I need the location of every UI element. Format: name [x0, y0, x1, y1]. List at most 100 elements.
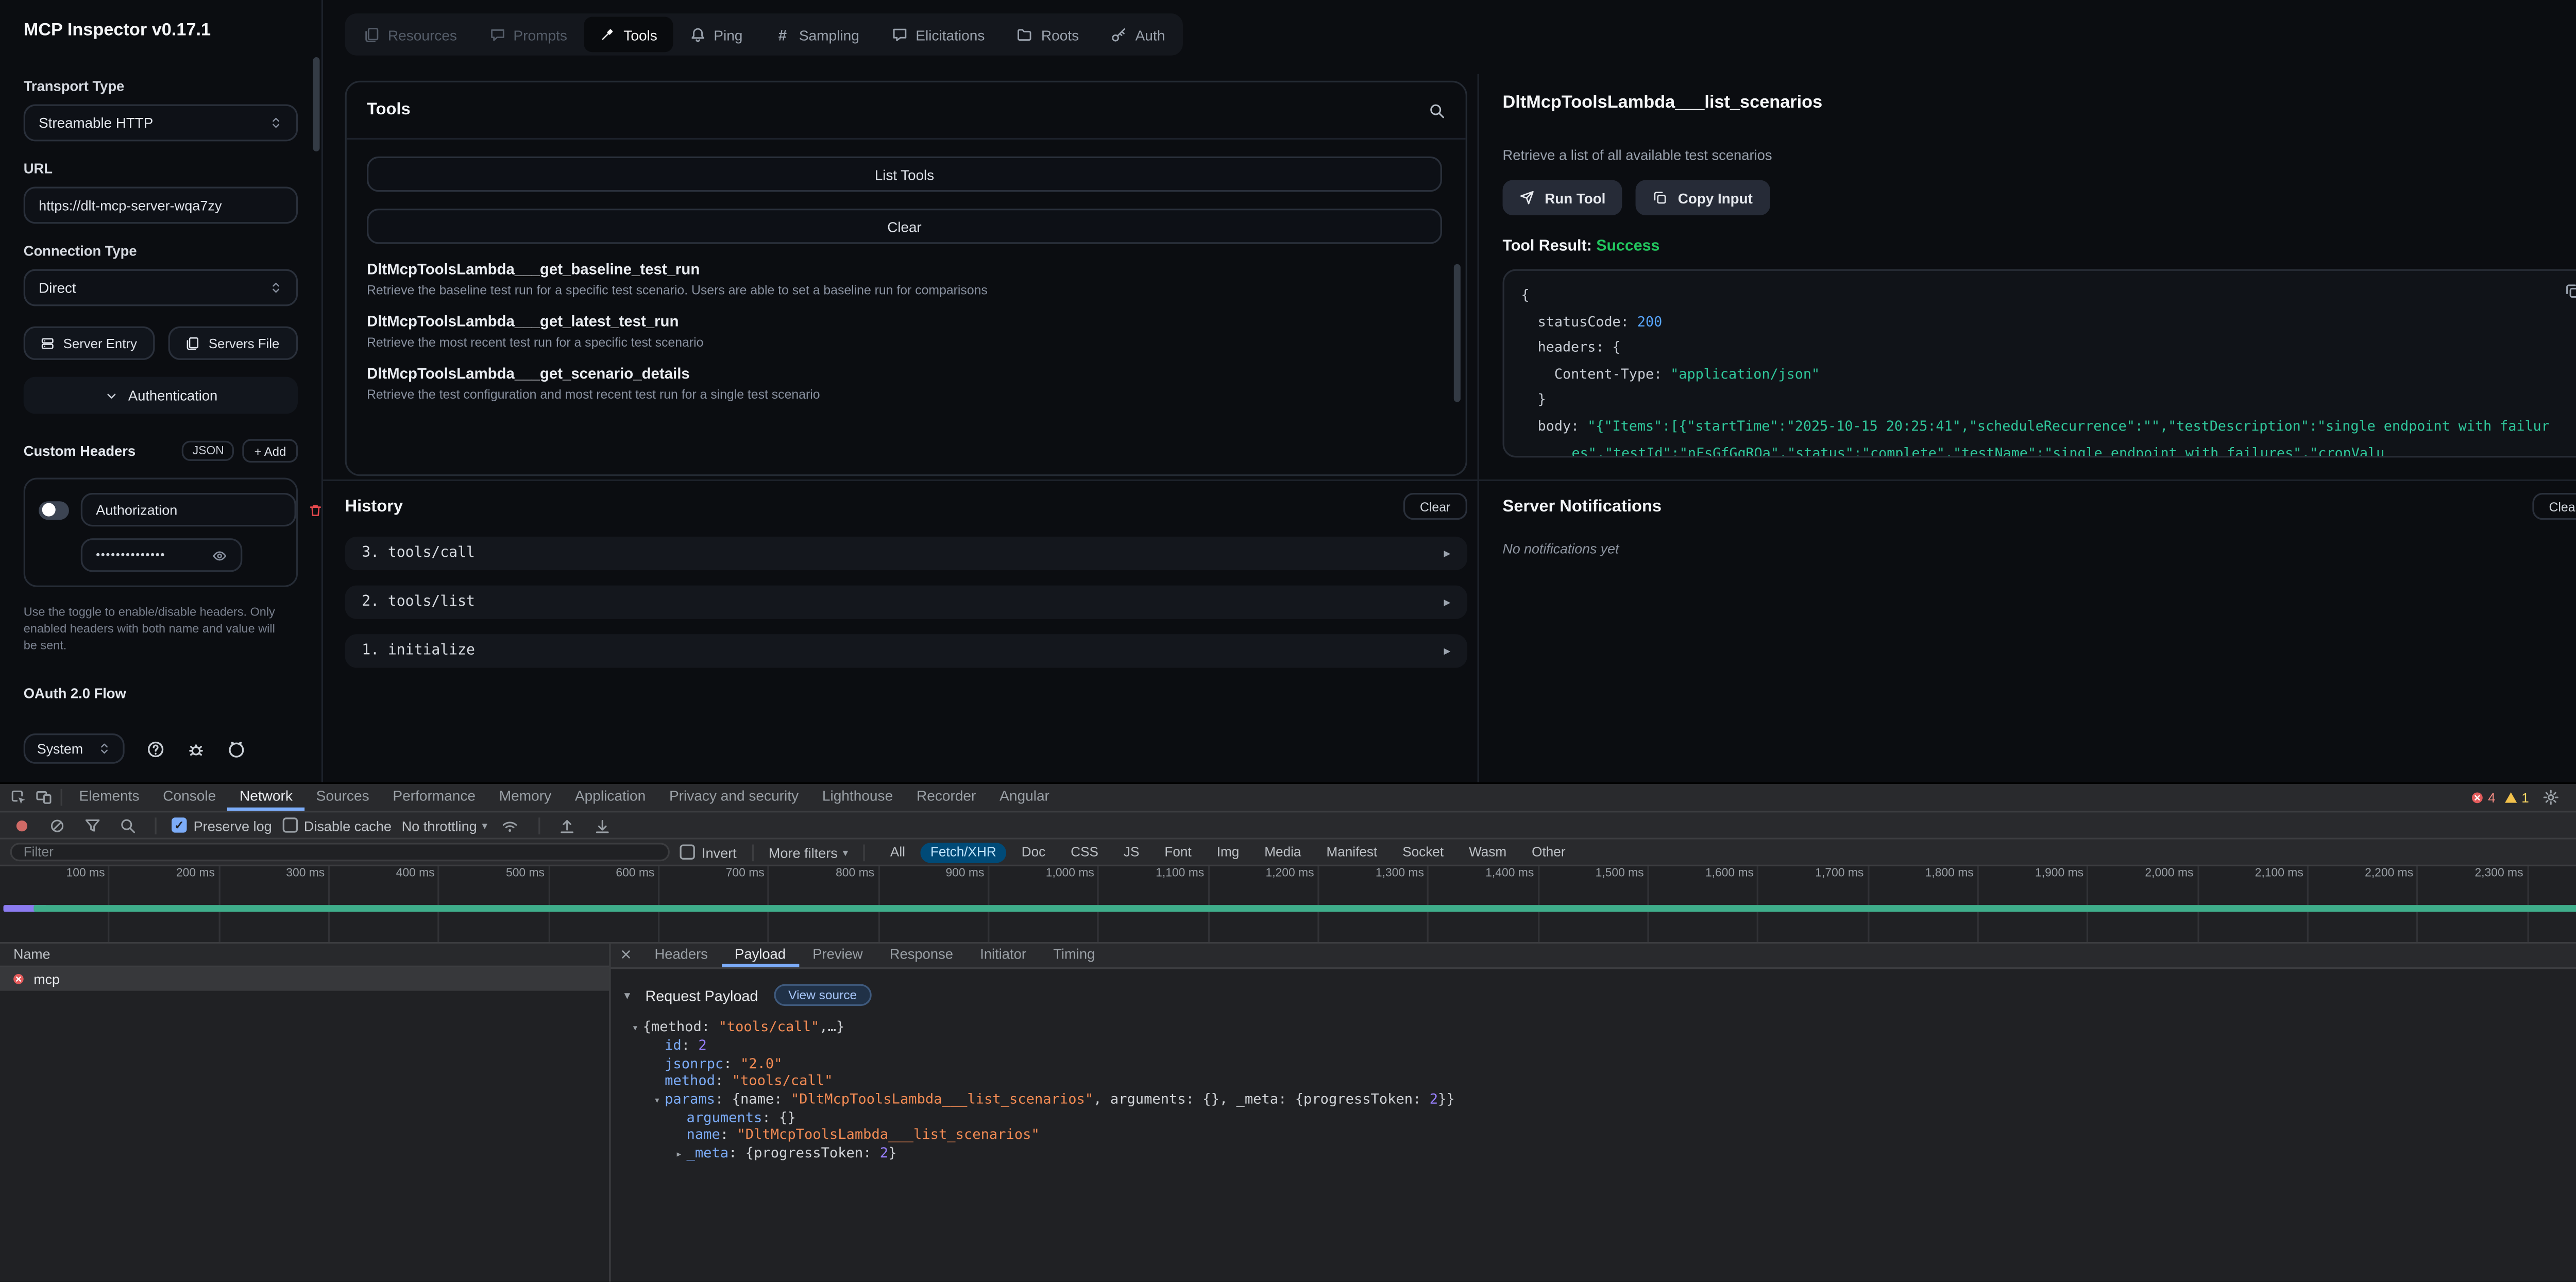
filter-chip-fetch-xhr[interactable]: Fetch/XHR: [920, 842, 1006, 862]
disable-cache-checkbox[interactable]: [282, 817, 297, 832]
search-network-icon[interactable]: [114, 815, 140, 835]
run-tool-button[interactable]: Run Tool: [1503, 180, 1623, 215]
close-detail-icon[interactable]: ×: [611, 945, 641, 965]
export-har-icon[interactable]: [590, 815, 615, 835]
payload-tree-row[interactable]: ▾params: {name: "DltMcpToolsLambda___lis…: [618, 1089, 2576, 1108]
payload-tree-row[interactable]: jsonrpc: "2.0": [618, 1054, 2576, 1072]
filter-chip-doc[interactable]: Doc: [1011, 842, 1056, 862]
add-header-button[interactable]: + Add: [243, 439, 298, 463]
tab-prompts[interactable]: Prompts: [474, 17, 583, 53]
filter-chip-other[interactable]: Other: [1522, 842, 1576, 862]
filter-chip-manifest[interactable]: Manifest: [1316, 842, 1387, 862]
invert-filter-toggle[interactable]: Invert: [680, 844, 736, 861]
github-icon[interactable]: [227, 739, 246, 758]
detail-tab-preview[interactable]: Preview: [799, 944, 876, 967]
network-conditions-icon[interactable]: [498, 815, 523, 835]
more-filters-select[interactable]: More filters ▾: [769, 844, 848, 861]
header-value-input[interactable]: ••••••••••••••: [81, 538, 243, 572]
connection-type-select[interactable]: Direct: [24, 269, 298, 306]
url-input[interactable]: [24, 187, 298, 224]
devtools-tab-angular[interactable]: Angular: [988, 784, 1061, 811]
devtools-tab-console[interactable]: Console: [151, 784, 228, 811]
payload-tree-row[interactable]: ▾{method: "tools/call",…}: [618, 1018, 2576, 1037]
tools-scrollbar[interactable]: [1454, 264, 1461, 402]
copy-input-button[interactable]: Copy Input: [1636, 180, 1769, 215]
detail-tab-headers[interactable]: Headers: [641, 944, 721, 967]
detail-tab-response[interactable]: Response: [876, 944, 967, 967]
tool-list-item[interactable]: DltMcpToolsLambda___get_baseline_test_ru…: [367, 261, 1442, 298]
history-item[interactable]: 3. tools/call▶: [345, 537, 1467, 570]
inspect-element-icon[interactable]: [5, 787, 30, 807]
device-toolbar-icon[interactable]: [30, 787, 56, 807]
filter-chip-js[interactable]: JS: [1113, 842, 1149, 862]
bug-icon[interactable]: [187, 739, 206, 758]
disable-cache-toggle[interactable]: Disable cache: [282, 817, 392, 834]
tool-list-item[interactable]: DltMcpToolsLambda___get_latest_test_runR…: [367, 313, 1442, 350]
history-clear-button[interactable]: Clear: [1403, 493, 1467, 520]
copy-result-icon[interactable]: [2564, 283, 2576, 300]
search-icon[interactable]: [1429, 102, 1446, 119]
tab-auth[interactable]: Auth: [1096, 17, 1180, 53]
invert-checkbox[interactable]: [680, 845, 694, 860]
history-item[interactable]: 1. initialize▶: [345, 634, 1467, 668]
disclosure-open-icon[interactable]: ▾: [628, 1019, 642, 1037]
preserve-log-toggle[interactable]: Preserve log: [172, 817, 272, 834]
detail-tab-payload[interactable]: Payload: [721, 944, 799, 967]
tab-tools[interactable]: Tools: [584, 17, 673, 53]
preserve-log-checkbox[interactable]: [172, 817, 187, 832]
settings-gear-icon[interactable]: [2537, 787, 2563, 807]
servers-file-button[interactable]: Servers File: [167, 327, 298, 360]
filter-chip-socket[interactable]: Socket: [1393, 842, 1454, 862]
filter-chip-wasm[interactable]: Wasm: [1459, 842, 1517, 862]
name-column-header[interactable]: Name: [0, 944, 609, 967]
devtools-tab-application[interactable]: Application: [563, 784, 657, 811]
tab-resources[interactable]: Resources: [348, 17, 472, 53]
delete-header-icon[interactable]: [308, 502, 323, 517]
theme-select[interactable]: System: [24, 733, 125, 764]
tab-roots[interactable]: Roots: [1002, 17, 1094, 53]
authentication-toggle[interactable]: Authentication: [24, 377, 298, 414]
devtools-tab-memory[interactable]: Memory: [487, 784, 563, 811]
help-icon[interactable]: [146, 739, 165, 758]
filter-chip-all[interactable]: All: [880, 842, 915, 862]
filter-chip-media[interactable]: Media: [1255, 842, 1311, 862]
eye-icon[interactable]: [212, 548, 227, 562]
devtools-tab-elements[interactable]: Elements: [67, 784, 151, 811]
detail-tab-initiator[interactable]: Initiator: [967, 944, 1040, 967]
disclosure-open-icon[interactable]: ▾: [624, 988, 630, 1002]
disclosure-open-icon[interactable]: ▾: [650, 1091, 665, 1108]
sidebar-scrollbar[interactable]: [313, 57, 319, 151]
filter-chip-img[interactable]: Img: [1207, 842, 1249, 862]
clear-tools-button[interactable]: Clear: [367, 209, 1442, 244]
import-har-icon[interactable]: [555, 815, 580, 835]
detail-tab-timing[interactable]: Timing: [1040, 944, 1108, 967]
view-source-button[interactable]: View source: [773, 984, 872, 1006]
history-item[interactable]: 2. tools/list▶: [345, 586, 1467, 619]
notifications-clear-button[interactable]: Clear: [2532, 493, 2576, 520]
devtools-tab-recorder[interactable]: Recorder: [905, 784, 988, 811]
json-badge[interactable]: JSON: [182, 441, 234, 461]
error-count-badge[interactable]: 4: [2470, 790, 2496, 805]
throttling-select[interactable]: No throttling ▾: [402, 817, 488, 834]
network-overview[interactable]: 100 ms200 ms300 ms400 ms500 ms600 ms700 …: [0, 866, 2576, 944]
filter-chip-css[interactable]: CSS: [1061, 842, 1109, 862]
transport-type-select[interactable]: Streamable HTTP: [24, 104, 298, 141]
record-icon[interactable]: [8, 815, 33, 835]
request-row[interactable]: mcp: [0, 967, 609, 991]
network-filter-input[interactable]: [10, 843, 670, 861]
kebab-menu-icon[interactable]: ⋮: [2571, 787, 2576, 807]
payload-tree-row[interactable]: arguments: {}: [618, 1108, 2576, 1126]
tab-ping[interactable]: Ping: [674, 17, 757, 53]
disclosure-closed-icon[interactable]: ▸: [671, 1146, 686, 1163]
tab-sampling[interactable]: #Sampling: [759, 17, 874, 53]
payload-tree-row[interactable]: id: 2: [618, 1037, 2576, 1054]
server-entry-button[interactable]: Server Entry: [24, 327, 154, 360]
warning-count-badge[interactable]: 1: [2504, 790, 2529, 805]
payload-tree-row[interactable]: method: "tools/call": [618, 1072, 2576, 1089]
list-tools-button[interactable]: List Tools: [367, 157, 1442, 192]
devtools-tab-lighthouse[interactable]: Lighthouse: [810, 784, 905, 811]
payload-tree-row[interactable]: ▸_meta: {progressToken: 2}: [618, 1143, 2576, 1163]
devtools-tab-network[interactable]: Network: [228, 784, 304, 811]
header-name-input[interactable]: [81, 493, 296, 526]
tool-list-item[interactable]: DltMcpToolsLambda___get_scenario_details…: [367, 365, 1442, 402]
